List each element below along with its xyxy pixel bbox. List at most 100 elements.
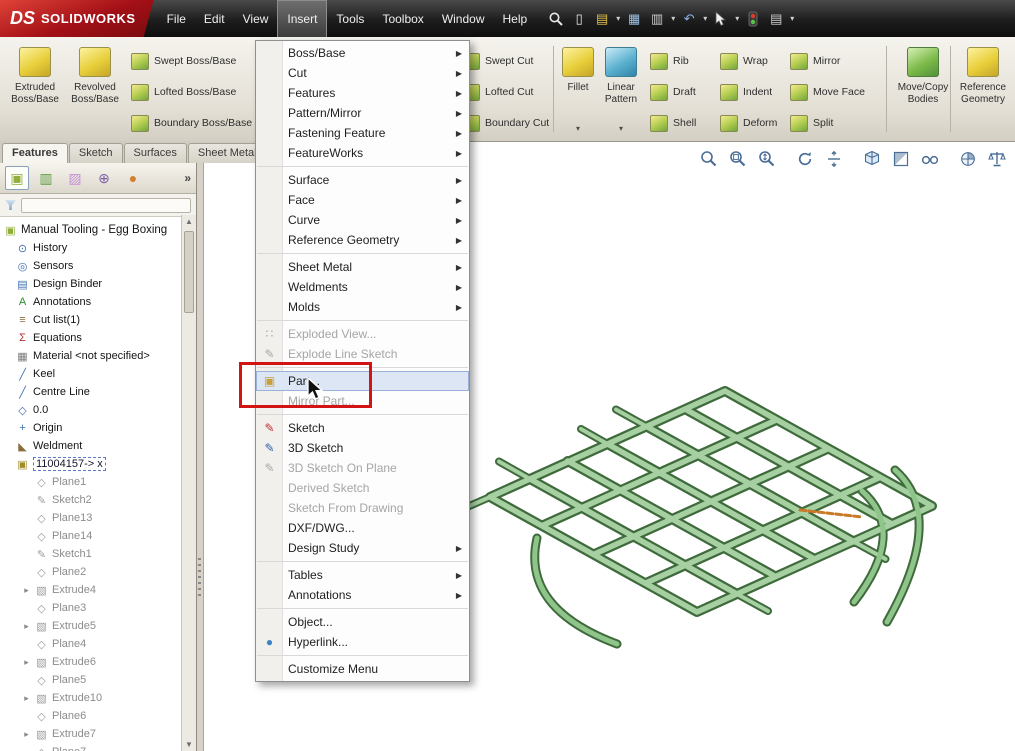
tab-features[interactable]: Features <box>2 143 68 163</box>
tree-item-design-binder[interactable]: ▤Design Binder <box>0 275 182 293</box>
tree-item-plane5[interactable]: ◇Plane5 <box>0 671 182 689</box>
dropdown-caret-icon[interactable]: ▾ <box>616 14 620 23</box>
move-face-button[interactable]: Move Face <box>790 82 865 102</box>
tree-item-weldment[interactable]: ◣Weldment <box>0 437 182 455</box>
revolved-boss-base-button[interactable]: Revolved Boss/Base <box>66 41 124 135</box>
object-menu-item[interactable]: Object... <box>256 612 469 632</box>
expand-arrow-icon[interactable]: ▸ <box>22 693 31 704</box>
zoom-to-area-icon[interactable] <box>728 149 748 169</box>
section-view-icon[interactable] <box>824 149 844 169</box>
displaymanager-tab[interactable]: ● <box>121 166 145 190</box>
print-icon[interactable]: ▥ <box>647 9 667 29</box>
tree-item-plane4[interactable]: ◇Plane4 <box>0 635 182 653</box>
expand-arrow-icon[interactable]: ▸ <box>22 657 31 668</box>
propertymanager-tab[interactable]: ▥ <box>34 166 58 190</box>
sketch-menu-item[interactable]: ✎Sketch <box>256 418 469 438</box>
rebuild-icon[interactable] <box>743 9 763 29</box>
tree-scrollbar[interactable]: ▲ ▼ <box>181 215 196 751</box>
new-document-icon[interactable]: ▯ <box>569 9 589 29</box>
tab-surfaces[interactable]: Surfaces <box>124 143 187 163</box>
part-menu-item[interactable]: ▣Part... <box>256 371 469 391</box>
tree-root-item[interactable]: ▣Manual Tooling - Egg Boxing <box>0 221 182 239</box>
tree-item-extrude5[interactable]: ▸▧Extrude5 <box>0 617 182 635</box>
3d-sketch-menu-item[interactable]: ✎3D Sketch <box>256 438 469 458</box>
zoom-in-out-icon[interactable] <box>757 149 777 169</box>
hide-show-items-icon[interactable] <box>920 149 940 169</box>
shell-button[interactable]: Shell <box>650 113 696 133</box>
weldments-menu-item[interactable]: Weldments▶ <box>256 277 469 297</box>
wrap-button[interactable]: Wrap <box>720 51 777 71</box>
dropdown-caret-icon[interactable]: ▾ <box>576 124 580 135</box>
curve-menu-item[interactable]: Curve▶ <box>256 210 469 230</box>
fastening-feature-menu-item[interactable]: Fastening Feature▶ <box>256 123 469 143</box>
menu-help[interactable]: Help <box>494 0 537 37</box>
panel-splitter[interactable] <box>197 163 204 751</box>
dimxpertmanager-tab[interactable]: ⊕ <box>92 166 116 190</box>
tree-item-extrude10[interactable]: ▸▧Extrude10 <box>0 689 182 707</box>
tree-item-equations[interactable]: ΣEquations <box>0 329 182 347</box>
view-orientation-icon[interactable] <box>862 149 882 169</box>
tree-item-material-not-specified[interactable]: ▦Material <not specified> <box>0 347 182 365</box>
save-icon[interactable]: ▦ <box>624 9 644 29</box>
dropdown-caret-icon[interactable]: ▾ <box>790 14 794 23</box>
linear-pattern-button[interactable]: Linear Pattern ▾ <box>596 41 646 135</box>
tree-item-11004157-x[interactable]: ▣11004157-> x <box>0 455 182 473</box>
open-icon[interactable]: ▤ <box>592 9 612 29</box>
tree-item-cut-list-1[interactable]: ≡Cut list(1) <box>0 311 182 329</box>
surface-menu-item[interactable]: Surface▶ <box>256 170 469 190</box>
move-copy-bodies-button[interactable]: Move/Copy Bodies <box>894 41 952 135</box>
annotations-menu-item[interactable]: Annotations▶ <box>256 585 469 605</box>
menu-window[interactable]: Window <box>433 0 494 37</box>
dropdown-caret-icon[interactable]: ▾ <box>703 14 707 23</box>
undo-icon[interactable]: ↶ <box>679 9 699 29</box>
featuremanager-tab[interactable]: ▣ <box>5 166 29 190</box>
expand-chevron-icon[interactable]: » <box>184 171 191 185</box>
view-settings-icon[interactable] <box>987 149 1007 169</box>
tree-item-plane13[interactable]: ◇Plane13 <box>0 509 182 527</box>
tree-item-extrude7[interactable]: ▸▧Extrude7 <box>0 725 182 743</box>
tree-item-annotations[interactable]: AAnnotations <box>0 293 182 311</box>
swept-boss-base-button[interactable]: Swept Boss/Base <box>131 51 252 71</box>
featureworks-menu-item[interactable]: FeatureWorks▶ <box>256 143 469 163</box>
draft-button[interactable]: Draft <box>650 82 696 102</box>
scroll-thumb[interactable] <box>184 231 194 313</box>
menu-tools[interactable]: Tools <box>327 0 373 37</box>
tree-item-keel[interactable]: ╱Keel <box>0 365 182 383</box>
dropdown-caret-icon[interactable]: ▾ <box>671 14 675 23</box>
tree-item-plane2[interactable]: ◇Plane2 <box>0 563 182 581</box>
filter-input[interactable] <box>21 198 191 213</box>
rib-button[interactable]: Rib <box>650 51 696 71</box>
display-style-icon[interactable] <box>891 149 911 169</box>
tree-item-sketch1[interactable]: ✎Sketch1 <box>0 545 182 563</box>
edit-appearance-icon[interactable] <box>958 149 978 169</box>
face-menu-item[interactable]: Face▶ <box>256 190 469 210</box>
sheet-metal-menu-item[interactable]: Sheet Metal▶ <box>256 257 469 277</box>
menu-file[interactable]: File <box>158 0 195 37</box>
options-icon[interactable]: ▤ <box>766 9 786 29</box>
configurationmanager-tab[interactable]: ▨ <box>63 166 87 190</box>
deform-button[interactable]: Deform <box>720 113 777 133</box>
menu-toolbox[interactable]: Toolbox <box>373 0 432 37</box>
indent-button[interactable]: Indent <box>720 82 777 102</box>
menu-edit[interactable]: Edit <box>195 0 234 37</box>
boundary-boss-base-button[interactable]: Boundary Boss/Base <box>131 113 252 133</box>
molds-menu-item[interactable]: Molds▶ <box>256 297 469 317</box>
reference-geometry-menu-item[interactable]: Reference Geometry▶ <box>256 230 469 250</box>
tree-item-origin[interactable]: +Origin <box>0 419 182 437</box>
tree-item-plane6[interactable]: ◇Plane6 <box>0 707 182 725</box>
scroll-up-icon[interactable]: ▲ <box>182 217 196 226</box>
expand-arrow-icon[interactable]: ▸ <box>22 585 31 596</box>
previous-view-icon[interactable] <box>795 149 815 169</box>
scroll-down-icon[interactable]: ▼ <box>182 740 196 749</box>
tree-item-plane3[interactable]: ◇Plane3 <box>0 599 182 617</box>
tab-sketch[interactable]: Sketch <box>69 143 123 163</box>
tree-item-extrude4[interactable]: ▸▧Extrude4 <box>0 581 182 599</box>
expand-arrow-icon[interactable]: ▸ <box>22 729 31 740</box>
search-icon[interactable] <box>546 9 566 29</box>
dxf-dwg-menu-item[interactable]: DXF/DWG... <box>256 518 469 538</box>
reference-geometry-button[interactable]: Reference Geometry <box>954 41 1012 135</box>
model-3d[interactable] <box>455 370 985 680</box>
features-menu-item[interactable]: Features▶ <box>256 83 469 103</box>
swept-cut-button[interactable]: Swept Cut <box>462 51 549 71</box>
dropdown-caret-icon[interactable]: ▾ <box>619 124 623 135</box>
